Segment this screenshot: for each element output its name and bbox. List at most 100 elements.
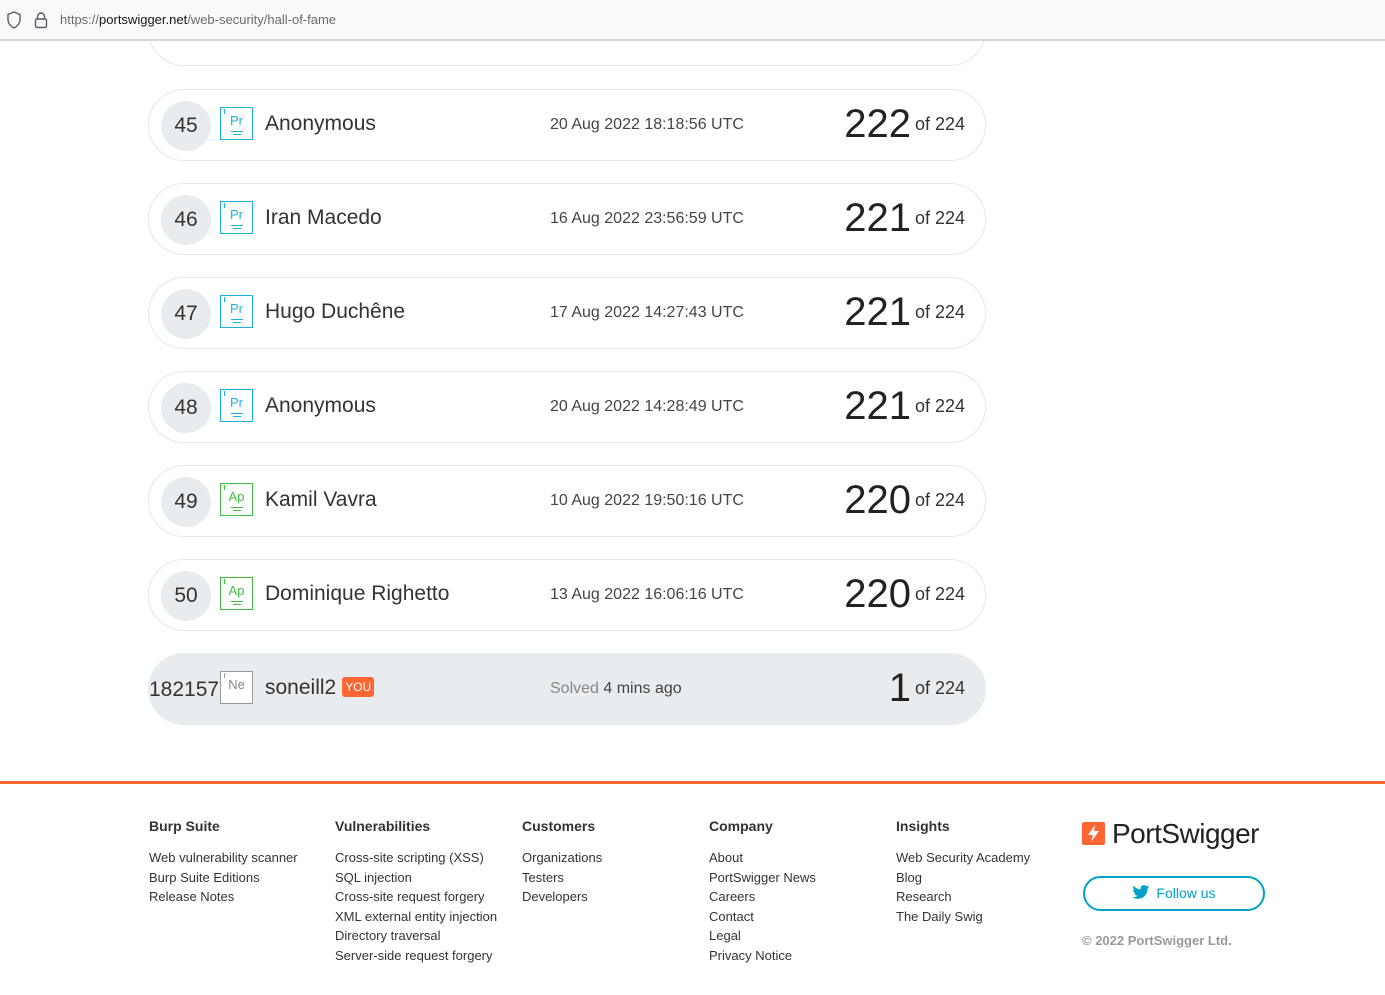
footer-column-title: Vulnerabilities	[335, 818, 431, 834]
footer-column-insights: Insights Web Security Academy Blog Resea…	[896, 818, 1030, 926]
leaderboard-row: 47 Pr Hugo Duchêne 17 Aug 2022 14:27:43 …	[148, 277, 986, 349]
score-total: of 224	[914, 396, 965, 416]
score-total: of 224	[914, 114, 965, 134]
badge-symbol: Ap	[228, 583, 245, 598]
footer-link[interactable]: Organizations	[522, 848, 602, 868]
rank-circle: 45	[161, 101, 211, 151]
leaderboard-row: 46 Pr Iran Macedo 16 Aug 2022 23:56:59 U…	[148, 183, 986, 255]
lock-icon[interactable]	[34, 11, 48, 29]
score-value: 222	[844, 102, 911, 146]
badge-symbol: Pr	[230, 113, 243, 128]
footer-link[interactable]: Legal	[709, 926, 816, 946]
user-name: Anonymous	[265, 394, 376, 417]
logo-text: PortSwigger	[1112, 818, 1260, 849]
user-name: Anonymous	[265, 112, 376, 135]
url-text[interactable]: https://portswigger.net/web-security/hal…	[60, 12, 336, 27]
footer-link[interactable]: Blog	[896, 868, 1030, 888]
leaderboard-row: 50 Ap Dominique Righetto 13 Aug 2022 16:…	[148, 559, 986, 631]
footer-link[interactable]: XML external entity injection	[335, 907, 497, 927]
current-user-row: 182157 Ne soneill2 YOU Solved 4 mins ago …	[148, 653, 986, 725]
user-name: Hugo Duchêne	[265, 300, 406, 323]
score-total: of 224	[914, 302, 965, 322]
score-total: of 224	[914, 490, 965, 510]
rank-circle: 49	[161, 477, 211, 527]
score-value: 221	[844, 196, 911, 240]
badge-symbol: Ap	[228, 489, 245, 504]
badge-icon: Ap	[220, 577, 253, 610]
footer-column-vulnerabilities: Vulnerabilities Cross-site scripting (XS…	[335, 818, 497, 965]
badge-icon: Pr	[220, 107, 253, 140]
footer-link[interactable]: Burp Suite Editions	[149, 868, 298, 888]
footer-link[interactable]: Privacy Notice	[709, 946, 816, 966]
score: 220 of 224	[844, 478, 965, 523]
footer-link[interactable]: Cross-site request forgery	[335, 887, 497, 907]
footer-link[interactable]: Contact	[709, 907, 816, 927]
completion-date: 13 Aug 2022 16:06:16 UTC	[550, 586, 744, 603]
leaderboard-row: 49 Ap Kamil Vavra 10 Aug 2022 19:50:16 U…	[148, 465, 986, 537]
footer-column-burp-suite: Burp Suite Web vulnerability scanner Bur…	[149, 818, 298, 907]
you-badge: YOU	[342, 677, 375, 697]
score: 221 of 224	[844, 196, 965, 241]
footer-link[interactable]: Release Notes	[149, 887, 298, 907]
user-name: Kamil Vavra	[265, 488, 377, 511]
footer-link[interactable]: Testers	[522, 868, 602, 888]
completion-date: 10 Aug 2022 19:50:16 UTC	[550, 492, 744, 509]
footer-link[interactable]: Careers	[709, 887, 816, 907]
twitter-icon	[1132, 885, 1150, 899]
lightning-logo-icon	[1082, 822, 1105, 845]
badge-icon: Pr	[220, 389, 253, 422]
badge-symbol: Ne	[228, 677, 245, 692]
score-value: 220	[844, 572, 911, 616]
url-path: /web-security/hall-of-fame	[187, 12, 337, 27]
badge-symbol: Pr	[230, 301, 243, 316]
url-prefix: https://	[60, 12, 100, 27]
footer-link[interactable]: Web vulnerability scanner	[149, 848, 298, 868]
footer-link[interactable]: PortSwigger News	[709, 868, 816, 888]
completion-date: 16 Aug 2022 23:56:59 UTC	[550, 210, 744, 227]
score: 220 of 224	[844, 572, 965, 617]
score: 221 of 224	[844, 290, 965, 335]
browser-url-bar-top[interactable]: https://portswigger.net/web-security/hal…	[0, 0, 1385, 40]
rank-circle: 47	[161, 289, 211, 339]
footer-divider	[0, 781, 1385, 784]
completion-date: 17 Aug 2022 14:27:43 UTC	[550, 304, 744, 321]
copyright: © 2022 PortSwigger Ltd.	[1082, 933, 1232, 948]
badge-icon: Ap	[220, 483, 253, 516]
badge-icon: Pr	[220, 295, 253, 328]
completion-date: 20 Aug 2022 14:28:49 UTC	[550, 398, 744, 415]
solved-time: Solved 4 mins ago	[550, 680, 682, 698]
footer-link[interactable]: Server-side request forgery	[335, 946, 497, 966]
follow-us-label: Follow us	[1156, 885, 1216, 901]
shield-icon[interactable]	[6, 11, 22, 29]
footer-link[interactable]: About	[709, 848, 816, 868]
score-value: 220	[844, 478, 911, 522]
footer-column-customers: Customers Organizations Testers Develope…	[522, 818, 602, 907]
footer-link[interactable]: SQL injection	[335, 868, 497, 888]
score-value: 221	[844, 384, 911, 428]
user-name: Iran Macedo	[265, 206, 382, 229]
current-user-rank: 182157	[149, 678, 220, 701]
footer-column-title: Customers	[522, 818, 596, 834]
footer-link[interactable]: Developers	[522, 887, 602, 907]
score-value: 221	[844, 290, 911, 334]
footer-link[interactable]: Research	[896, 887, 1030, 907]
footer-column-title: Insights	[896, 818, 950, 834]
footer-link[interactable]: Web Security Academy	[896, 848, 1030, 868]
follow-us-button[interactable]: Follow us	[1083, 876, 1265, 911]
score: 1 of 224	[889, 666, 965, 711]
solved-ago: 4 mins ago	[603, 680, 682, 697]
leaderboard-row: 45 Pr Anonymous 20 Aug 2022 18:18:56 UTC…	[148, 89, 986, 161]
rank-circle: 46	[161, 195, 211, 245]
footer-link[interactable]: The Daily Swig	[896, 907, 1030, 927]
badge-symbol: Pr	[230, 395, 243, 410]
user-name: soneill2	[265, 676, 337, 699]
footer-link[interactable]: Cross-site scripting (XSS)	[335, 848, 497, 868]
score-total: of 224	[914, 678, 965, 698]
url-host: portswigger.net	[99, 12, 188, 27]
score-total: of 224	[914, 208, 965, 228]
badge-icon: Ne	[220, 671, 253, 704]
score: 222 of 224	[844, 102, 965, 147]
rank-circle: 50	[161, 571, 211, 621]
footer-column-company: Company About PortSwigger News Careers C…	[709, 818, 816, 965]
footer-link[interactable]: Directory traversal	[335, 926, 497, 946]
